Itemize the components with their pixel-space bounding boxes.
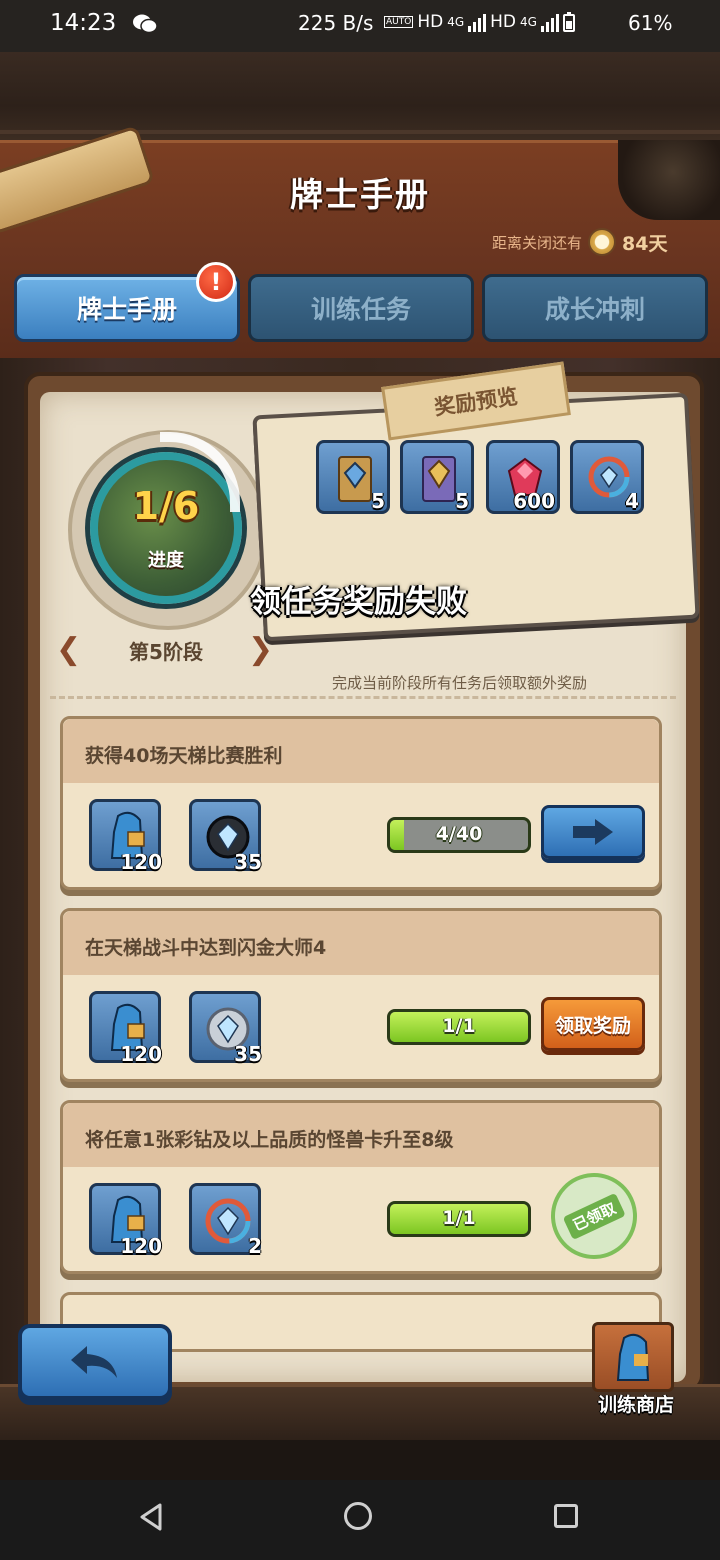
signal-icon: [468, 12, 487, 32]
task-reward[interactable]: 35: [189, 799, 262, 874]
net-speed: 225 B/s: [298, 11, 374, 35]
tab-training-label: 训练任务: [310, 295, 411, 324]
top-wood-frame: [0, 52, 720, 142]
reward-item[interactable]: 600: [486, 440, 560, 514]
tab-handbook-label: 牌士手册: [76, 295, 177, 324]
task-progress-bar: 1/1: [387, 1009, 531, 1045]
nav-recents-icon[interactable]: [554, 1504, 578, 1528]
countdown-label: 距离关闭还有: [492, 233, 583, 252]
progress-label: 进度: [148, 550, 184, 571]
prev-stage-icon[interactable]: ❮: [56, 632, 81, 667]
auto-icon: AUTO: [384, 16, 414, 28]
progress-text: 4/40: [435, 823, 483, 845]
error-toast: 领任务奖励失败: [250, 584, 467, 620]
reward-count: 120: [120, 850, 162, 874]
nav-back-icon[interactable]: [138, 1502, 164, 1532]
task-reward[interactable]: 120: [89, 1183, 162, 1258]
training-shop-button[interactable]: 训练商店: [586, 1314, 686, 1416]
reward-item[interactable]: 5: [400, 440, 474, 514]
go-button[interactable]: [541, 805, 645, 859]
claimed-stamp: 已领取: [536, 1158, 652, 1274]
arrow-right-icon: [573, 819, 613, 845]
claim-reward-button[interactable]: 领取奖励: [541, 997, 645, 1051]
reward-item[interactable]: 4: [570, 440, 644, 514]
task-card: 在天梯战斗中达到闪金大师4 120 35 1/1 领取奖励: [60, 908, 662, 1082]
reward-count: 35: [234, 1042, 262, 1066]
progress-text: 1/1: [442, 1207, 476, 1229]
countdown-value: 84天: [622, 232, 668, 255]
page-title: 牌士手册: [290, 175, 430, 214]
hd-icon: HD: [417, 12, 444, 32]
status-time: 14:23: [50, 10, 117, 36]
reward-item[interactable]: 5: [316, 440, 390, 514]
task-reward[interactable]: 120: [89, 991, 162, 1066]
shop-label: 训练商店: [597, 1394, 674, 1416]
task-name: 在天梯战斗中达到闪金大师4: [85, 937, 327, 959]
reward-count: 4: [625, 489, 639, 513]
alert-badge: !: [196, 262, 236, 302]
tab-training[interactable]: 训练任务: [248, 274, 474, 342]
progress-text: 1/1: [442, 1015, 476, 1037]
tab-growth-label: 成长冲刺: [544, 295, 645, 324]
clock-icon: [588, 228, 617, 256]
return-arrow-icon: [71, 1346, 117, 1378]
task-progress-bar: 4/40: [387, 817, 531, 853]
task-reward[interactable]: 2: [189, 1183, 262, 1258]
wechat-icon: [133, 14, 158, 34]
signal-icon-2: [540, 12, 559, 32]
battery-percent: 61%: [628, 11, 673, 35]
stage-label: 第5阶段: [129, 640, 203, 664]
battery-icon: [562, 12, 575, 32]
4g-icon: 4G: [447, 15, 465, 29]
reward-count: 120: [120, 1234, 162, 1258]
task-name: 获得40场天梯比赛胜利: [85, 745, 283, 767]
back-button[interactable]: [18, 1324, 172, 1400]
reward-count: 120: [120, 1042, 162, 1066]
trainer-icon: [616, 1333, 650, 1381]
countdown: 距离关闭还有 84天: [492, 228, 667, 256]
reward-count: 5: [371, 489, 385, 513]
task-card: 将任意1张彩钻及以上品质的怪兽卡升至8级 120 2 1/1 已领取: [60, 1100, 662, 1274]
reward-count: 2: [248, 1234, 262, 1258]
task-card: 获得40场天梯比赛胜利 120 35 4/40: [60, 716, 662, 890]
reward-count: 35: [234, 850, 262, 874]
progress-text: 1/6: [132, 484, 200, 528]
network-icons: AUTO HD 4G HD 4G: [384, 12, 575, 32]
hd-icon-2: HD: [490, 12, 517, 32]
task-name: 将任意1张彩钻及以上品质的怪兽卡升至8级: [85, 1129, 454, 1151]
reward-count: 600: [513, 489, 555, 513]
system-nav-bar: [0, 1480, 720, 1560]
task-progress-bar: 1/1: [387, 1201, 531, 1237]
stage-hint: 完成当前阶段所有任务后领取额外奖励: [332, 674, 588, 692]
claimed-label: 已领取: [562, 1192, 626, 1240]
task-reward[interactable]: 120: [89, 799, 162, 874]
4g-icon-2: 4G: [520, 15, 537, 29]
tab-bar: 牌士手册 ! 训练任务 成长冲刺: [14, 262, 708, 344]
status-bar: 14:23 225 B/s AUTO HD 4G HD 4G 61%: [0, 0, 720, 52]
tab-growth[interactable]: 成长冲刺: [482, 274, 708, 342]
nav-home-icon[interactable]: [344, 1502, 372, 1530]
dashed-divider: [50, 696, 676, 699]
bottom-strip: [0, 1440, 720, 1480]
reward-count: 5: [455, 489, 469, 513]
task-reward[interactable]: 35: [189, 991, 262, 1066]
